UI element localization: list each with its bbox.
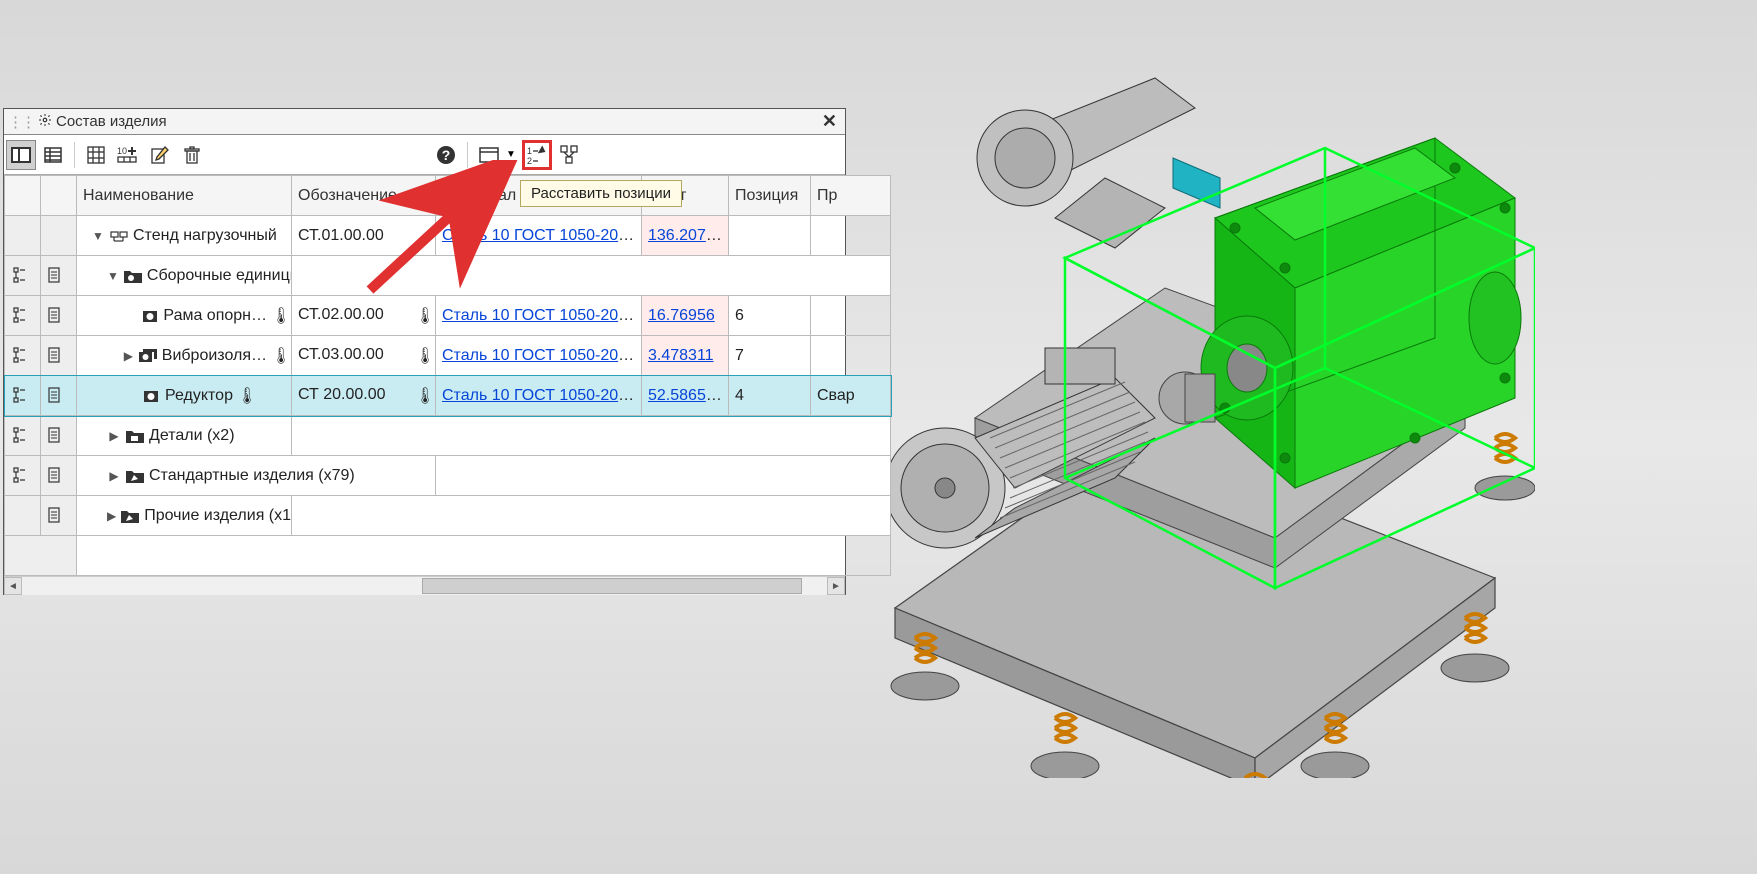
material-link[interactable]: Сталь 10 ГОСТ 1050-2013 — [442, 347, 636, 364]
svg-text:?: ? — [442, 147, 451, 163]
expand-icon[interactable]: ▶ — [123, 349, 134, 363]
collapse-icon[interactable]: ▼ — [91, 229, 105, 243]
assembly-multi-icon — [138, 346, 158, 366]
spreadsheet-button[interactable] — [81, 140, 111, 170]
row-name: Виброизоля… — [162, 347, 267, 365]
table-empty-area — [5, 536, 891, 576]
structure-button[interactable] — [554, 140, 584, 170]
close-icon[interactable]: ✕ — [818, 111, 841, 132]
thermometer-icon: 🌡 — [271, 346, 285, 366]
expand-icon[interactable]: ▶ — [107, 429, 121, 443]
scroll-left-button[interactable]: ◄ — [4, 577, 22, 595]
panel-titlebar[interactable]: ⋮⋮ Состав изделия ✕ — [4, 109, 845, 135]
view-panel-button[interactable] — [6, 140, 36, 170]
view-list-button[interactable] — [38, 140, 68, 170]
panel-toolbar: 10 ? ▼ 12 — [4, 135, 845, 175]
mass-link[interactable]: 3.478311 — [648, 347, 714, 364]
col-designation[interactable]: Обозначение — [292, 176, 436, 216]
table-row-vibro[interactable]: ▶ Виброизоля… 🌡 СТ.03.00.00 🌡 Сталь 10 Г… — [5, 336, 891, 376]
assembly-icon — [140, 306, 159, 326]
thermometer-icon: 🌡 — [415, 346, 429, 366]
row-name: Прочие изделия (x1) — [144, 507, 291, 525]
tree-link-icon[interactable] — [11, 266, 27, 284]
drag-handle-icon[interactable]: ⋮⋮ — [8, 113, 34, 131]
dropdown-arrow-icon[interactable]: ▼ — [502, 145, 520, 164]
document-icon[interactable] — [47, 266, 61, 284]
scroll-right-button[interactable]: ► — [827, 577, 845, 595]
table-row-details-group[interactable]: ▶ Детали (x2) — [5, 416, 891, 456]
tooltip: Расставить позиции — [520, 180, 682, 207]
table-row-other-group[interactable]: ▶ Прочие изделия (x1) — [5, 496, 891, 536]
mass-link[interactable]: 136.2077… — [648, 227, 729, 244]
thermometer-icon: 🌡 — [415, 306, 429, 326]
table-row-reduktor[interactable]: ▶ Редуктор 🌡 СТ 20.00.00 🌡 Сталь 10 ГОСТ… — [5, 376, 891, 416]
add-row-button[interactable]: 10 — [113, 140, 143, 170]
row-name: Рама опорн… — [163, 307, 267, 325]
col-name[interactable]: Наименование — [77, 176, 292, 216]
gear-icon[interactable] — [38, 113, 52, 131]
folder-assembly-icon — [123, 266, 143, 286]
svg-text:2: 2 — [527, 156, 532, 165]
horizontal-scrollbar[interactable]: ◄ ► — [4, 576, 845, 594]
bom-table[interactable]: Наименование Обозначение Материал са, кг… — [4, 175, 891, 576]
table-row-rama[interactable]: ▶ Рама опорн… 🌡 СТ.02.00.00 🌡 Сталь 10 Г… — [5, 296, 891, 336]
col-position[interactable]: Позиция — [729, 176, 811, 216]
assembly-icon — [141, 386, 161, 406]
table-row-assemblies-group[interactable]: ▼ Сборочные единицы (x12) — [5, 256, 891, 296]
svg-text:1: 1 — [527, 146, 532, 156]
table-row-root[interactable]: ▼ Стенд нагрузочный СТ.01.00.00 Сталь 10… — [5, 216, 891, 256]
scroll-thumb[interactable] — [422, 578, 802, 594]
svg-text:10: 10 — [117, 146, 127, 156]
table-row-standard-group[interactable]: ▶ Стандартные изделия (x79) — [5, 456, 891, 496]
help-button[interactable]: ? — [431, 140, 461, 170]
row-name: Редуктор — [165, 387, 233, 405]
edit-button[interactable] — [145, 140, 175, 170]
window-mode-button[interactable] — [474, 140, 504, 170]
row-name: Стандартные изделия (x79) — [149, 467, 355, 485]
panel-title: Состав изделия — [56, 113, 167, 130]
folder-part-icon — [125, 426, 145, 446]
mass-link[interactable]: 16.76956 — [648, 307, 715, 324]
delete-button[interactable] — [177, 140, 207, 170]
material-link[interactable]: Сталь 10 ГОСТ 1050-2013 — [442, 387, 636, 404]
expand-icon[interactable]: ▶ — [107, 469, 121, 483]
folder-standard-icon — [125, 466, 145, 486]
material-link[interactable]: Сталь 10 ГОСТ 1050-2013 — [442, 227, 636, 244]
table-header-row: Наименование Обозначение Материал са, кг… — [5, 176, 891, 216]
row-designation: СТ.01.00.00 — [292, 216, 436, 256]
col-note[interactable]: Пр — [811, 176, 891, 216]
material-link[interactable]: Сталь 10 ГОСТ 1050-2013 — [442, 307, 636, 324]
assembly-tree-icon — [109, 226, 129, 246]
row-name: Сборочные единицы (x12) — [147, 267, 292, 285]
expand-icon[interactable]: ▶ — [107, 509, 116, 523]
bom-panel: ⋮⋮ Состав изделия ✕ 10 ? — [3, 108, 846, 595]
thermometer-icon: 🌡 — [237, 386, 251, 406]
row-name: Детали (x2) — [149, 427, 235, 445]
thermometer-icon: 🌡 — [415, 386, 429, 406]
collapse-icon[interactable]: ▼ — [107, 269, 119, 283]
thermometer-icon: 🌡 — [271, 306, 285, 326]
mass-link[interactable]: 52.586525 — [648, 387, 724, 404]
row-name: Стенд нагрузочный — [133, 227, 277, 245]
3d-viewport[interactable] — [855, 18, 1535, 778]
folder-other-icon — [120, 506, 140, 526]
assign-positions-button[interactable]: 12 — [522, 140, 552, 170]
